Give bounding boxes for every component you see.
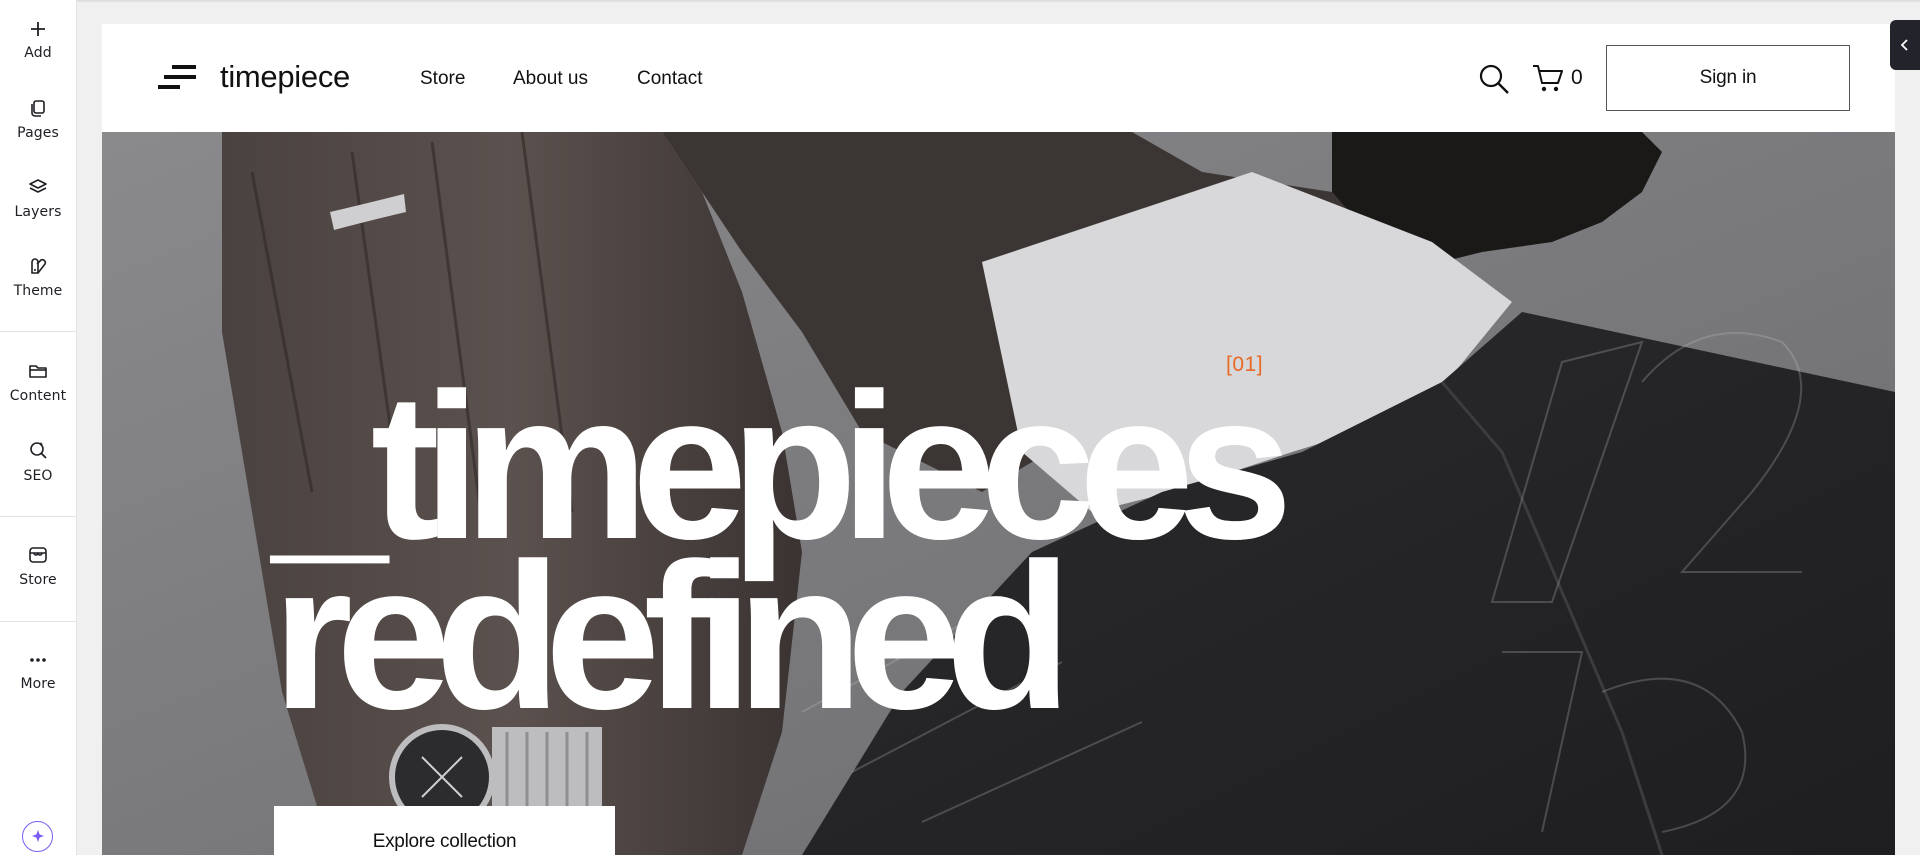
store-icon [29, 547, 47, 563]
rail-content-button[interactable]: Content [0, 361, 76, 404]
rail-store-button[interactable]: Store [0, 545, 76, 588]
nav-store-link[interactable]: Store [420, 68, 465, 90]
hero-headline: _timepieces redefined [272, 363, 1293, 741]
hero-section: [01] _timepieces redefined Explore colle… [102, 132, 1895, 855]
sparkle-icon [31, 829, 44, 842]
search-icon[interactable] [1477, 62, 1511, 96]
site-header: timepiece Store About us Contact 0 Sign … [102, 24, 1895, 132]
logo-lines-icon [158, 65, 196, 89]
rail-layers-label: Layers [14, 204, 62, 220]
rail-divider [0, 621, 76, 622]
pages-icon [31, 100, 45, 117]
cart-icon[interactable] [1531, 62, 1565, 94]
nav-contact-link[interactable]: Contact [637, 68, 702, 90]
site-canvas: timepiece Store About us Contact 0 Sign … [102, 24, 1895, 855]
rail-divider [0, 331, 76, 332]
layers-icon [29, 179, 47, 193]
rail-seo-button[interactable]: SEO [0, 439, 76, 484]
rail-store-label: Store [19, 572, 57, 588]
more-dots-icon [30, 658, 46, 662]
rail-pages-button[interactable]: Pages [0, 98, 76, 141]
site-logo-text[interactable]: timepiece [220, 59, 350, 95]
explore-collection-button[interactable]: Explore collection [274, 806, 615, 855]
rail-more-label: More [20, 676, 56, 692]
nav-about-link[interactable]: About us [513, 68, 588, 90]
ai-assistant-button[interactable] [22, 821, 53, 852]
theme-icon [31, 258, 47, 274]
collapse-panel-button[interactable] [1890, 20, 1920, 70]
rail-content-label: Content [9, 388, 67, 404]
folder-icon [29, 365, 47, 378]
plus-icon [31, 22, 45, 36]
seo-search-icon [30, 442, 47, 459]
chevron-left-icon [1900, 39, 1908, 51]
rail-add-button[interactable]: Add [0, 20, 76, 61]
cart-count: 0 [1571, 66, 1583, 89]
rail-theme-button[interactable]: Theme [0, 256, 76, 299]
sign-in-button[interactable]: Sign in [1606, 45, 1850, 111]
rail-more-button[interactable]: More [0, 651, 76, 692]
rail-pages-label: Pages [17, 125, 59, 141]
rail-seo-label: SEO [23, 468, 53, 484]
rail-theme-label: Theme [13, 283, 63, 299]
editor-sidebar: Add Pages Layers Theme Content SEO Store… [0, 0, 77, 855]
canvas-top-edge [77, 0, 1920, 3]
rail-add-label: Add [24, 45, 52, 61]
rail-layers-button[interactable]: Layers [0, 177, 76, 220]
rail-divider [0, 516, 76, 517]
